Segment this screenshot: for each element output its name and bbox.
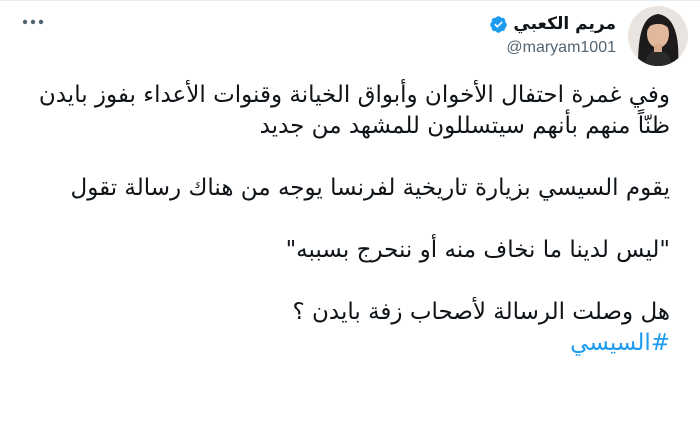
tweet-header: مريم الكعبي @maryam1001: [489, 6, 688, 76]
author-info[interactable]: مريم الكعبي @maryam1001: [489, 13, 616, 58]
more-options-button[interactable]: [16, 12, 50, 32]
hashtag-link[interactable]: #السيسي: [570, 330, 670, 356]
display-name-row: مريم الكعبي: [489, 13, 616, 35]
avatar[interactable]: [628, 6, 688, 66]
tweet-paragraph-3: "ليس لدينا ما نخاف منه أو ننحرج بسببه": [285, 237, 670, 263]
verified-badge-icon: [490, 15, 508, 33]
hashtag-line: #السيسي: [22, 328, 670, 359]
author-display-name[interactable]: مريم الكعبي: [513, 13, 616, 35]
tweet-card[interactable]: مريم الكعبي @maryam1001 وفي غمرة احتفال …: [0, 0, 700, 436]
more-horizontal-icon: [22, 19, 44, 25]
tweet-paragraph-4: هل وصلت الرسالة لأصحاب زفة بايدن ؟: [292, 299, 670, 325]
tweet-paragraph-2: يقوم السيسي بزيارة تاريخية لفرنسا يوجه م…: [70, 175, 670, 201]
card-top-border: [0, 0, 700, 1]
tweet-paragraph-1: وفي غمرة احتفال الأخوان وأبواق الخيانة و…: [38, 82, 670, 139]
tweet-text: وفي غمرة احتفال الأخوان وأبواق الخيانة و…: [22, 80, 670, 359]
avatar-image: [628, 6, 688, 66]
author-handle[interactable]: @maryam1001: [489, 38, 616, 58]
